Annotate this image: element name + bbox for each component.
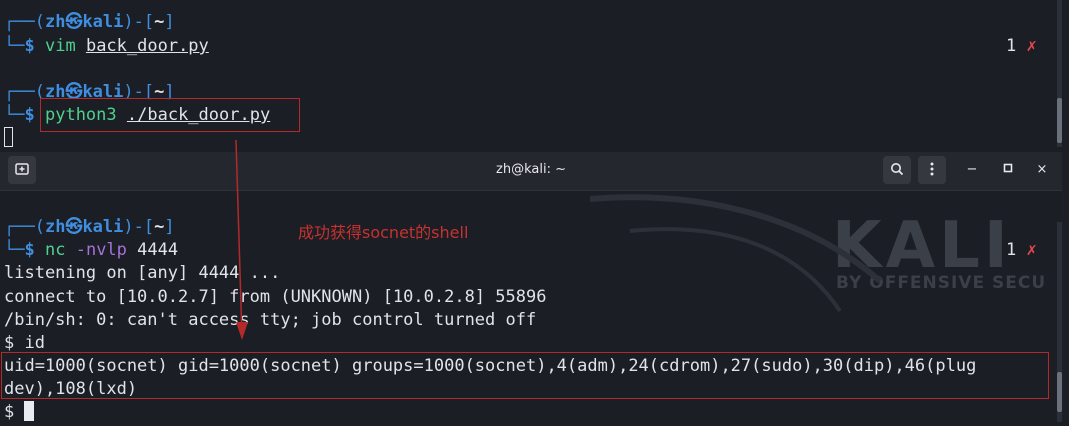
search-icon xyxy=(890,162,904,178)
scrollbar[interactable] xyxy=(1057,0,1062,147)
exit-status: 1 ✗ xyxy=(1006,240,1037,260)
title-bar[interactable]: zh@kali: ~ − × xyxy=(0,152,1062,191)
kebab-menu-icon xyxy=(930,162,934,178)
kali-dragon-watermark xyxy=(589,194,882,313)
top-terminal[interactable]: ┌──(zh㉿kali)-[~] └─$ vim back_door.py 1 … xyxy=(0,0,1069,152)
cursor xyxy=(24,401,35,421)
scrollbar-thumb[interactable] xyxy=(1057,98,1062,143)
maximize-button[interactable] xyxy=(998,160,1018,180)
maximize-icon xyxy=(1003,162,1013,177)
cursor xyxy=(4,127,13,150)
highlight-box xyxy=(40,98,300,132)
output-line: /bin/sh: 0: can't access tty; job contro… xyxy=(4,310,537,330)
scrollbar[interactable] xyxy=(1057,222,1062,422)
search-button[interactable] xyxy=(883,156,911,184)
output-line: listening on [any] 4444 ... xyxy=(4,263,281,283)
shell-prompt[interactable]: $ xyxy=(4,401,35,424)
minimize-button[interactable]: − xyxy=(962,160,982,180)
menu-button[interactable] xyxy=(918,156,946,184)
prompt-header: ┌──(zh㉿kali)-[~] xyxy=(4,217,175,237)
output-line: connect to [10.0.2.7] from (UNKNOWN) [10… xyxy=(4,287,547,307)
terminal-body[interactable]: KALI BY OFFENSIVE SECU ┌──(zh㉿kali)-[~] … xyxy=(0,191,1062,426)
scrollbar-thumb[interactable] xyxy=(1057,372,1062,412)
command-line: └─$ vim back_door.py xyxy=(4,36,209,56)
highlight-box xyxy=(1,352,1049,399)
close-button[interactable]: × xyxy=(1032,160,1052,180)
terminal-window[interactable]: zh@kali: ~ − × KALI BY OFFENSIVE SECU ┌─… xyxy=(0,152,1069,426)
prompt-header: ┌──(zh㉿kali)-[~] xyxy=(4,12,175,32)
annotation-label: 成功获得socnet的shell xyxy=(298,223,469,242)
command-line: └─$ nc -nvlp 4444 xyxy=(4,240,179,260)
exit-status: 1 ✗ xyxy=(1006,36,1037,56)
